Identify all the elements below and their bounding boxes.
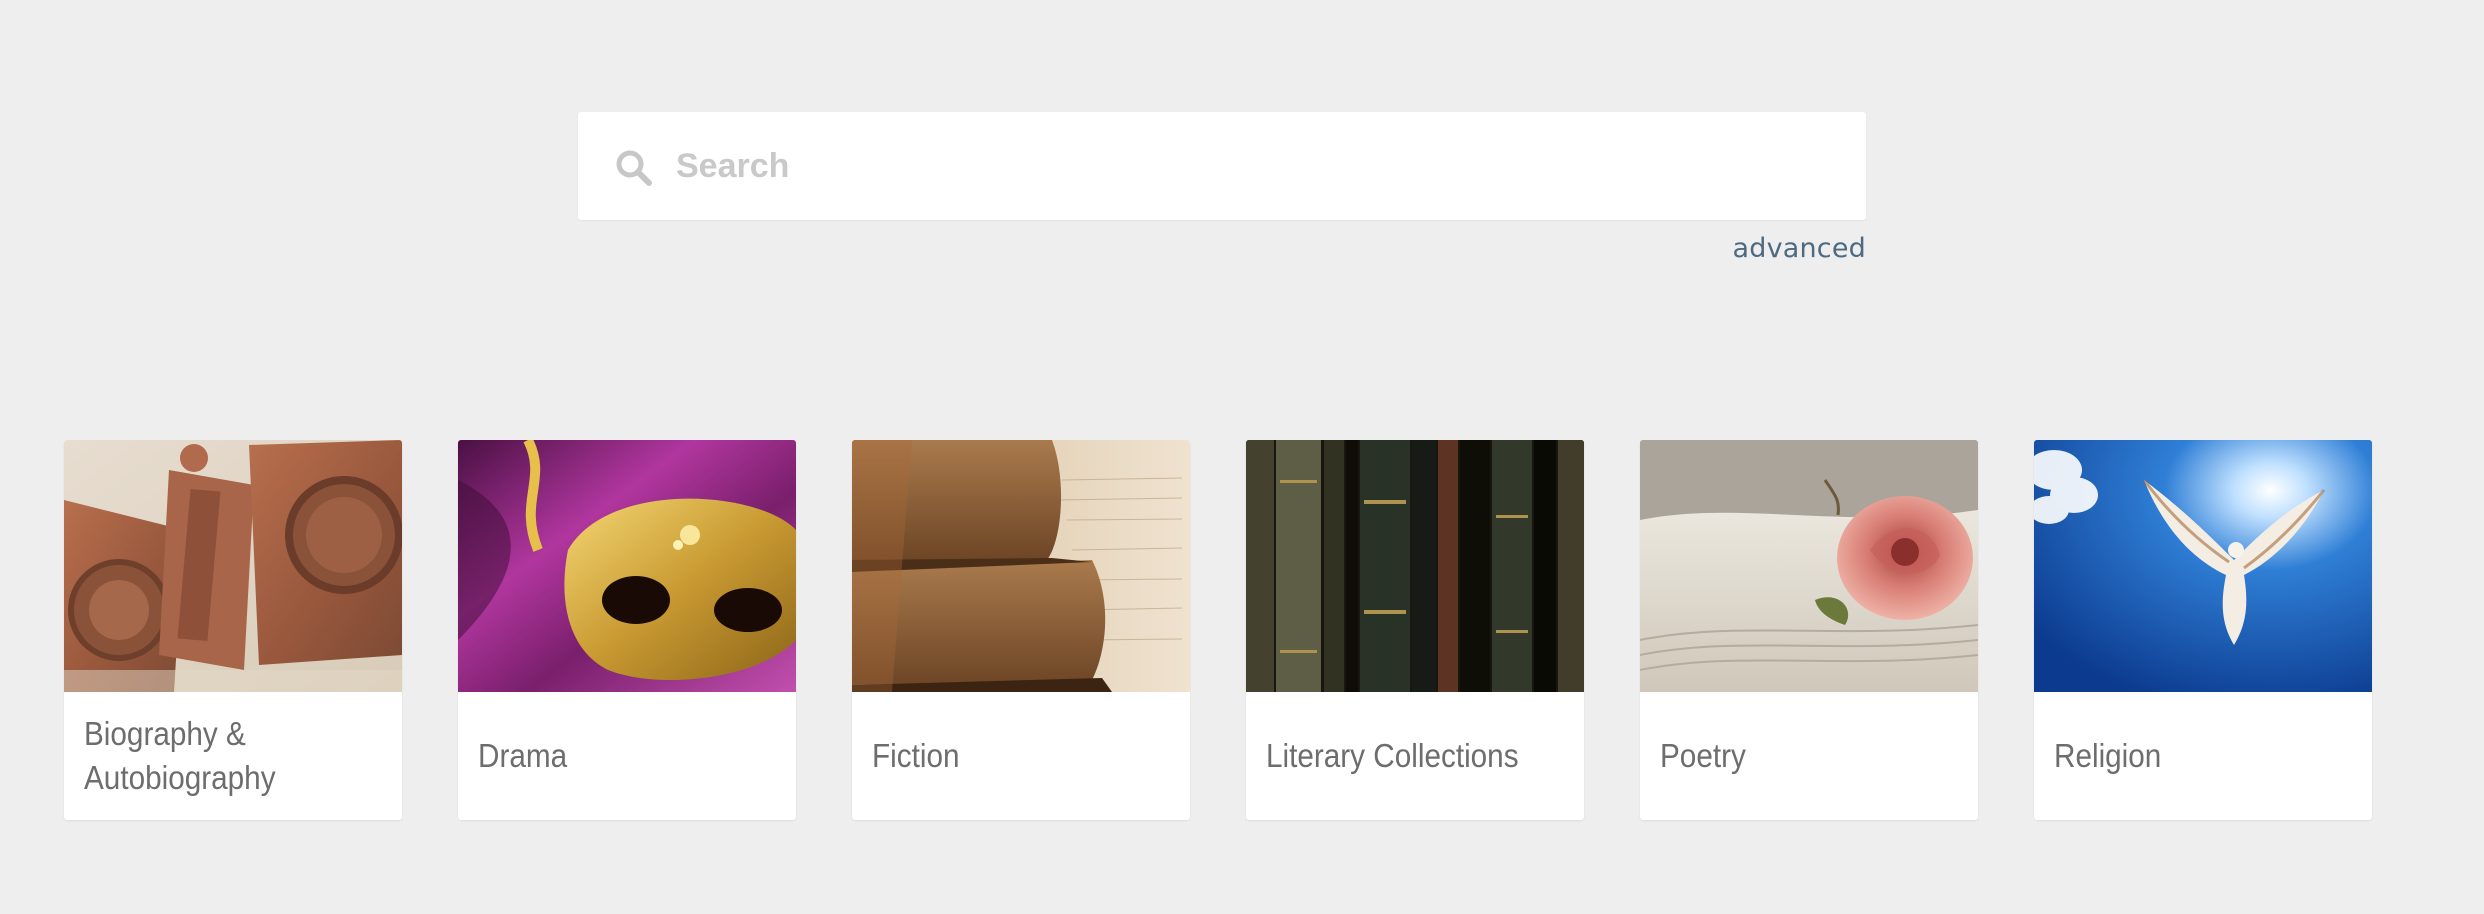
category-label: Fiction [872,737,960,774]
literary-collections-bookshelf-image [1246,440,1584,692]
category-card-biography[interactable]: Biography & Autobiography [64,440,402,820]
category-card-drama[interactable]: Drama [458,440,796,820]
category-label: Religion [2054,737,2162,774]
search-input[interactable] [676,132,1836,200]
search-box[interactable] [578,112,1866,220]
search-icon [616,150,652,186]
category-label: Literary Collections [1266,737,1519,774]
category-card-literary-collections[interactable]: Literary Collections [1246,440,1584,820]
religion-dove-sky-image [2034,440,2372,692]
fiction-old-books-image [852,440,1190,692]
drama-gold-mask-image [458,440,796,692]
category-card-poetry[interactable]: Poetry [1640,440,1978,820]
category-label: Drama [478,737,568,774]
category-card-religion[interactable]: Religion [2034,440,2372,820]
category-card-fiction[interactable]: Fiction [852,440,1190,820]
poetry-rose-on-book-image [1640,440,1978,692]
category-grid: Biography & Autobiography Drama Fiction … [64,440,2374,820]
category-label: Poetry [1660,737,1746,774]
category-label: Biography & Autobiography [84,715,276,796]
page: advanced [0,0,2484,914]
advanced-search-link[interactable]: advanced [1732,233,1866,264]
biography-letterpress-image [64,440,402,692]
